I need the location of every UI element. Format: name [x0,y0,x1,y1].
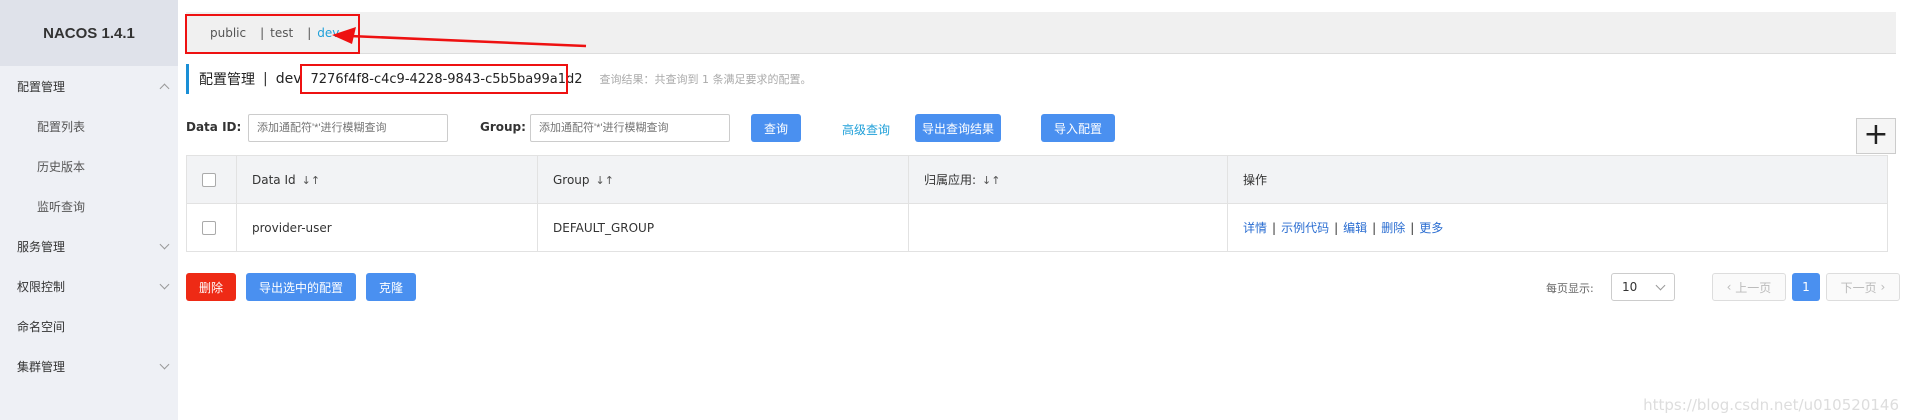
main-content: public | test | dev 配置管理 | dev 7276f4f8-… [178,0,1907,420]
data-id-label: Data ID: [186,120,242,134]
current-namespace: dev [275,71,302,87]
sample-code-link[interactable]: 示例代码 [1281,221,1329,235]
chevron-down-icon [159,279,170,289]
detail-link[interactable]: 详情 [1243,221,1267,235]
page-size-label: 每页显示: [1546,282,1594,295]
op-separator: | [1372,221,1377,235]
sidebar-item-label: 配置列表 [37,119,86,134]
sidebar-item-namespace[interactable]: 命名空间 [0,306,178,346]
prev-page-label: 上一页 [1735,280,1772,295]
delete-link[interactable]: 删除 [1381,221,1405,235]
row-select-cell [186,203,237,252]
column-header-group[interactable]: Group ↓↑ [537,155,909,204]
query-button[interactable]: 查询 [751,114,801,142]
sidebar-item-listener-query[interactable]: 监听查询 [0,186,178,226]
chevron-right-icon: › [1876,280,1886,294]
add-config-button[interactable]: + [1856,118,1896,154]
chevron-down-icon [1655,280,1666,290]
sidebar-item-config-management[interactable]: 配置管理 [0,66,178,106]
prev-page-button[interactable]: ‹ 上一页 [1712,273,1786,301]
annotation-arrow-icon [332,27,587,48]
page-number-current[interactable]: 1 [1792,273,1820,301]
config-table: Data Id ↓↑ Group ↓↑ 归属应用: ↓↑ 操作 provider-us… [186,155,1888,252]
cell-data-id: provider-user [236,203,538,252]
op-separator: | [1272,221,1277,235]
edit-link[interactable]: 编辑 [1343,221,1367,235]
sidebar-item-history[interactable]: 历史版本 [0,146,178,186]
page-size-value: 10 [1622,280,1638,294]
cell-group: DEFAULT_GROUP [537,203,909,252]
sidebar-item-label: 历史版本 [37,159,86,174]
more-link[interactable]: 更多 [1419,221,1443,235]
cell-actions: 详情 | 示例代码 | 编辑 | 删除 | 更多 [1227,203,1888,252]
advanced-query-link[interactable]: 高级查询 [842,121,890,138]
row-checkbox[interactable] [202,220,216,235]
column-label: Group [553,172,590,187]
chevron-down-icon [159,359,170,369]
sidebar-item-access-control[interactable]: 权限控制 [0,266,178,306]
sort-icon[interactable]: ↓↑ [596,174,614,187]
search-bar: Data ID: Group: 查询 高级查询 导出查询结果 导入配置 + [186,114,1906,154]
sort-icon[interactable]: ↓↑ [982,174,1000,187]
bottom-toolbar: 删除 导出选中的配置 克隆 每页显示: 10 ‹ 上一页 1 下一页 › [186,273,1900,301]
sort-icon[interactable]: ↓↑ [302,174,320,187]
title-separator: | [263,71,268,87]
query-result-hint: 查询结果：共查询到 1 条满足要求的配置。 [599,73,812,86]
column-label: 归属应用: [924,173,977,187]
column-header-app[interactable]: 归属应用: ↓↑ [908,155,1228,204]
page-size-select[interactable]: 10 [1611,273,1675,301]
sidebar-item-label: 服务管理 [17,239,66,254]
sidebar-item-label: 监听查询 [37,199,86,214]
group-input[interactable] [530,114,730,142]
chevron-left-icon: ‹ [1726,280,1736,294]
op-separator: | [1334,221,1339,235]
sidebar-item-label: 配置管理 [17,79,66,94]
sidebar-item-label: 权限控制 [17,279,66,294]
sidebar-item-label: 命名空间 [17,319,66,334]
sidebar-item-config-list[interactable]: 配置列表 [0,106,178,146]
chevron-down-icon [159,239,170,249]
select-all-checkbox[interactable] [202,172,216,187]
cell-app [908,203,1228,252]
op-separator: | [1410,221,1415,235]
table-header-row: Data Id ↓↑ Group ↓↑ 归属应用: ↓↑ 操作 [186,155,1888,204]
group-label: Group: [480,120,526,134]
next-page-label: 下一页 [1840,280,1877,295]
export-selected-button[interactable]: 导出选中的配置 [246,273,356,301]
app-logo: NACOS 1.4.1 [0,0,178,66]
export-results-button[interactable]: 导出查询结果 [915,114,1001,142]
select-all-cell [186,155,237,204]
page-title: 配置管理 [199,72,255,88]
annotation-box-namespace-id [300,64,568,94]
column-label: Data Id [252,172,296,187]
sidebar: NACOS 1.4.1 配置管理 配置列表 历史版本 监听查询 服务管理 权限控… [0,0,178,420]
column-header-actions: 操作 [1227,155,1888,204]
table-row: provider-user DEFAULT_GROUP 详情 | 示例代码 | 编辑 | 删… [186,203,1888,252]
sidebar-item-label: 集群管理 [17,359,66,374]
next-page-button[interactable]: 下一页 › [1826,273,1900,301]
watermark: https://blog.csdn.net/u010520146 [1643,396,1899,414]
sidebar-item-cluster-management[interactable]: 集群管理 [0,346,178,386]
sidebar-item-service-management[interactable]: 服务管理 [0,226,178,266]
import-config-button[interactable]: 导入配置 [1041,114,1115,142]
clone-button[interactable]: 克隆 [366,273,416,301]
data-id-input[interactable] [248,114,448,142]
delete-button[interactable]: 删除 [186,273,236,301]
chevron-up-icon [159,83,170,93]
column-header-data-id[interactable]: Data Id ↓↑ [236,155,538,204]
